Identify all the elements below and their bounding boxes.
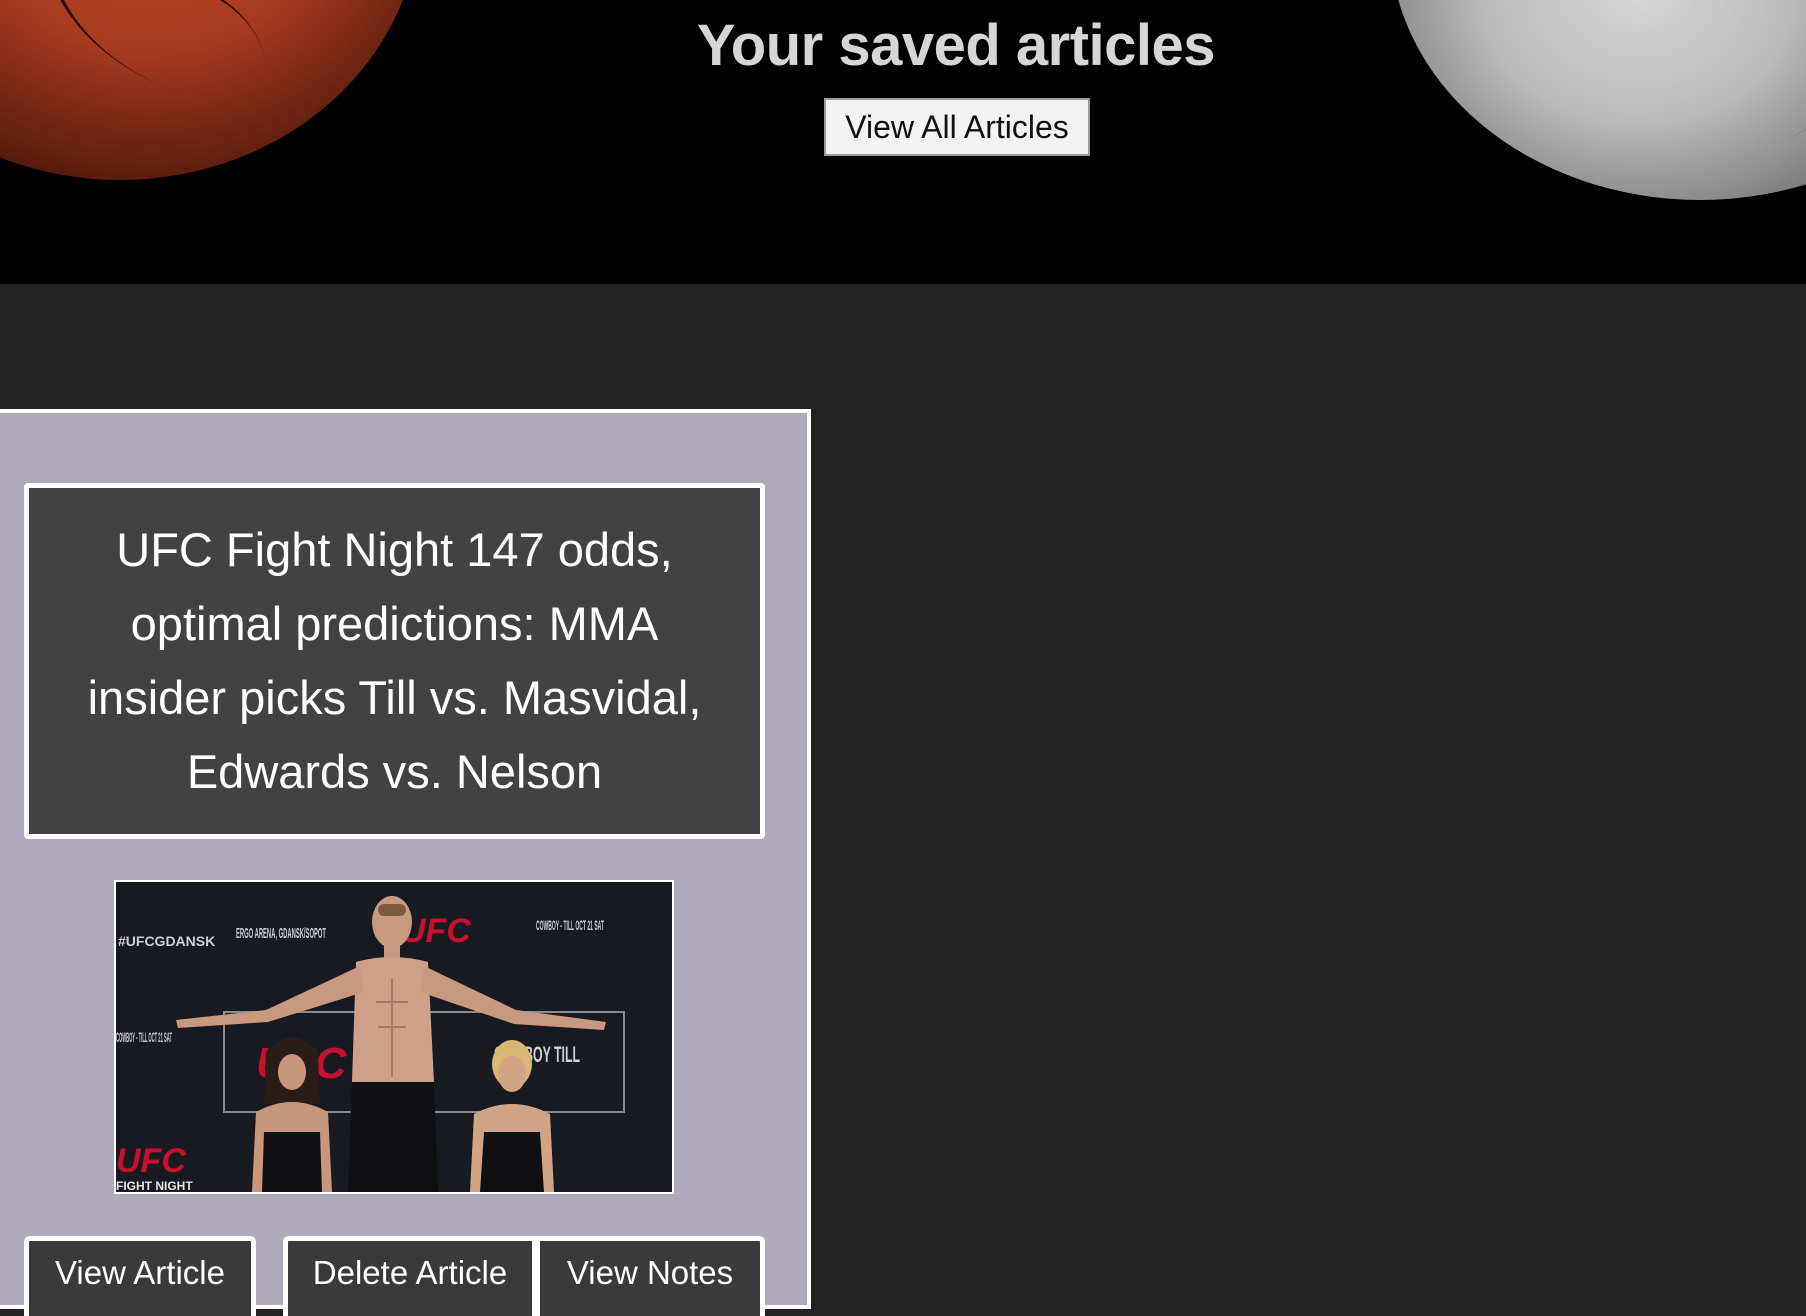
hashtag-text: #UFCGDANSK [118,933,215,949]
article-image: #UFCGDANSK ERGO ARENA, GDANSK/SOPOT COWB… [114,880,674,1194]
ufc-logo-corner: UFC [116,1142,186,1180]
fight-night-text: FIGHT NIGHT [116,1179,193,1192]
delete-article-button[interactable]: Delete Article [283,1236,537,1316]
view-article-button[interactable]: View Article [24,1236,256,1316]
hero-header: Your saved articles View All Articles [0,0,1806,284]
page-title: Your saved articles [696,13,1216,78]
saved-article-card: UFC Fight Night 147 odds, optimal predic… [0,409,811,1316]
view-notes-button[interactable]: View Notes [537,1236,765,1316]
view-all-articles-button[interactable]: View All Articles [824,98,1090,156]
arena-text: ERGO ARENA, GDANSK/SOPOT [236,925,326,942]
event-left-text: COWBOY - TILL OCT 21 SAT [116,1029,172,1045]
ufc-weigh-in-photo: #UFCGDANSK ERGO ARENA, GDANSK/SOPOT COWB… [116,882,672,1192]
event-top-text: COWBOY - TILL OCT 21 SAT [536,917,604,933]
article-title-box: UFC Fight Night 147 odds, optimal predic… [24,483,765,839]
article-title: UFC Fight Night 147 odds, optimal predic… [87,523,702,798]
